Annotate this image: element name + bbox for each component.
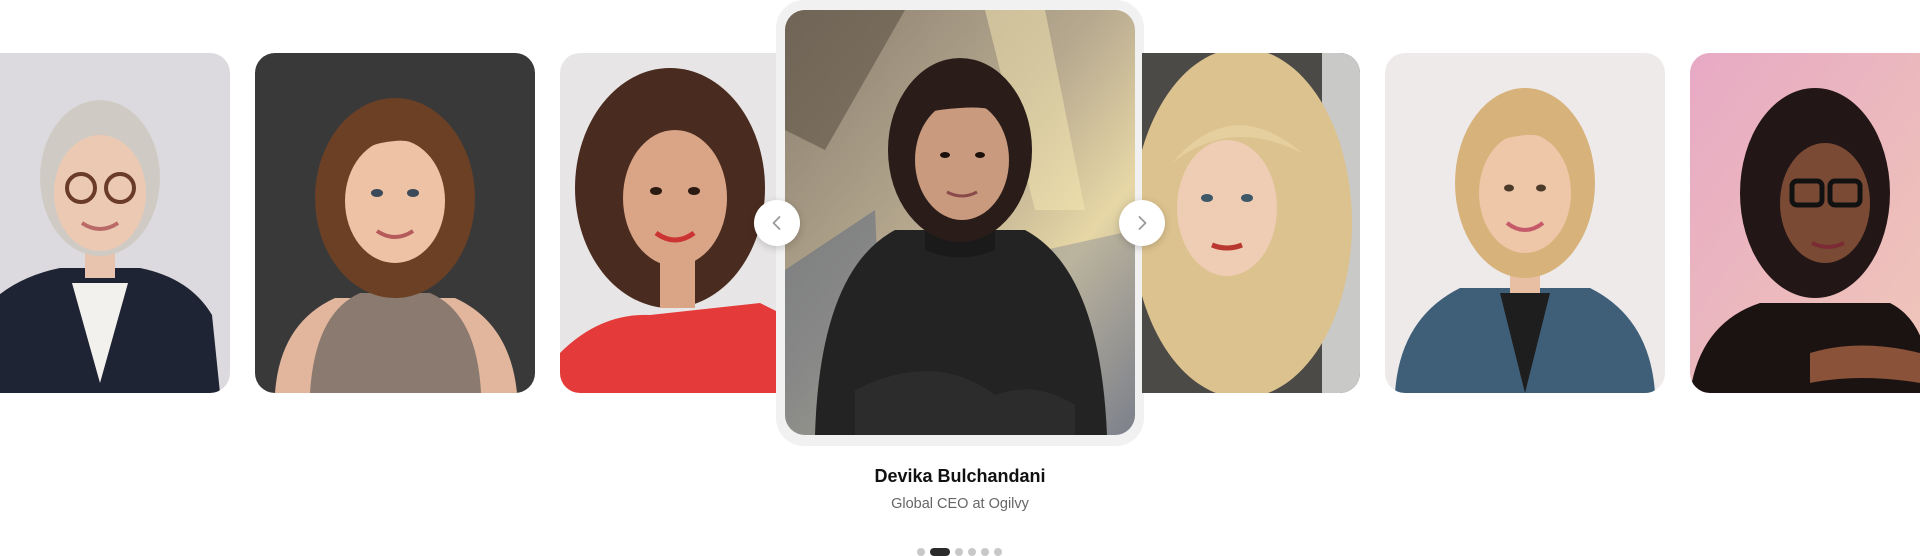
pagination-dot[interactable] <box>981 548 989 556</box>
pagination-dot[interactable] <box>917 548 925 556</box>
chevron-right-icon <box>1138 216 1147 230</box>
speaker-card-1[interactable] <box>0 53 230 393</box>
speaker-card-2[interactable] <box>255 53 535 393</box>
featured-speaker-role: Global CEO at Ogilvy <box>891 496 1029 512</box>
speaker-photo-3 <box>560 53 780 393</box>
pagination-dot[interactable] <box>994 548 1002 556</box>
carousel-next-button[interactable] <box>1119 200 1165 246</box>
featured-speaker-card[interactable] <box>785 10 1135 435</box>
pagination-dot[interactable] <box>955 548 963 556</box>
pagination-dot[interactable] <box>930 548 950 556</box>
pagination-dot[interactable] <box>968 548 976 556</box>
speaker-carousel: Devika Bulchandani Global CEO at Ogilvy <box>0 0 1920 556</box>
speaker-photo-1 <box>0 53 230 393</box>
speaker-card-7[interactable] <box>1690 53 1920 393</box>
speaker-photo-6 <box>1385 53 1665 393</box>
carousel-pagination <box>917 548 1002 556</box>
speaker-photo-5 <box>1142 53 1360 393</box>
featured-speaker-photo <box>785 10 1135 435</box>
speaker-card-6[interactable] <box>1385 53 1665 393</box>
speaker-card-5[interactable] <box>1142 53 1360 393</box>
speaker-card-3[interactable] <box>560 53 780 393</box>
speaker-photo-2 <box>255 53 535 393</box>
featured-speaker-name: Devika Bulchandani <box>874 466 1046 486</box>
chevron-left-icon <box>772 216 781 230</box>
carousel-prev-button[interactable] <box>754 200 800 246</box>
speaker-photo-7 <box>1690 53 1920 393</box>
